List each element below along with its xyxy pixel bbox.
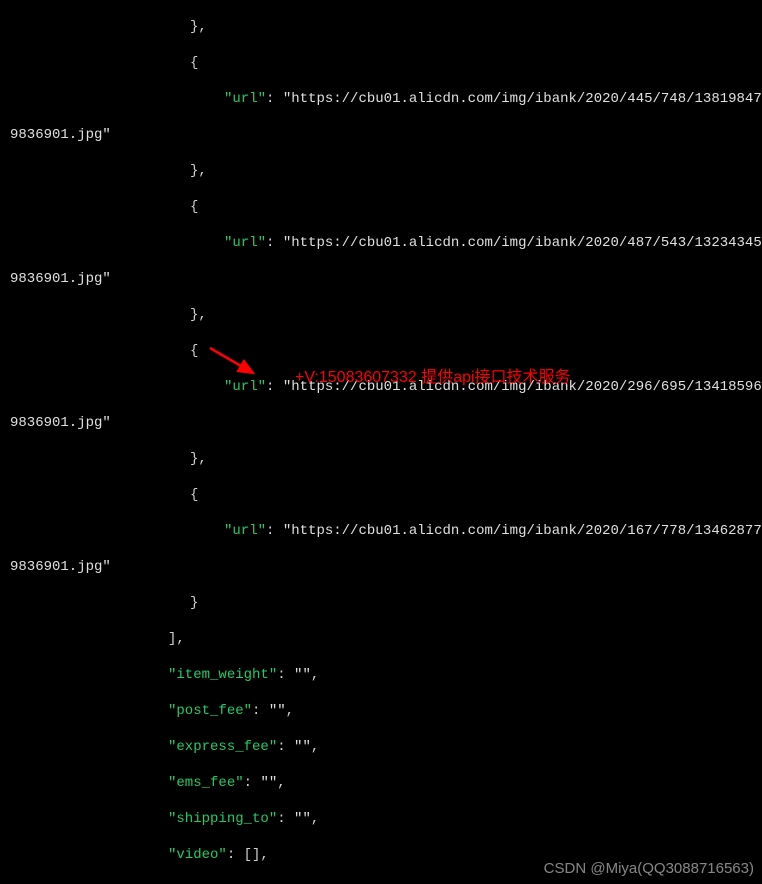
overlay-contact-text: +V:15083607332 提供api接口技术服务: [295, 369, 571, 387]
json-code-block: }, { "url": "https://cbu01.alicdn.com/im…: [0, 0, 762, 884]
json-key-video: video: [176, 847, 218, 863]
arrow-icon: [205, 343, 265, 383]
csdn-watermark: CSDN @Miya(QQ3088716563): [544, 860, 754, 878]
json-key-url: url: [232, 235, 257, 251]
url-value-0a: https://cbu01.alicdn.com/img/ibank/2020/…: [291, 91, 762, 107]
url-value-0b: 9836901.jpg: [10, 127, 102, 143]
json-key-item-weight: item_weight: [176, 667, 268, 683]
json-key-url: url: [232, 91, 257, 107]
json-key-express-fee: express_fee: [176, 739, 268, 755]
url-value-1b: 9836901.jpg: [10, 271, 102, 287]
url-value-3b: 9836901.jpg: [10, 559, 102, 575]
url-value-2b: 9836901.jpg: [10, 415, 102, 431]
json-key-shipping-to: shipping_to: [176, 811, 268, 827]
json-key-post-fee: post_fee: [176, 703, 243, 719]
url-value-3a: https://cbu01.alicdn.com/img/ibank/2020/…: [291, 523, 762, 539]
json-key-url: url: [232, 523, 257, 539]
url-value-1a: https://cbu01.alicdn.com/img/ibank/2020/…: [291, 235, 762, 251]
json-key-ems-fee: ems_fee: [176, 775, 235, 791]
